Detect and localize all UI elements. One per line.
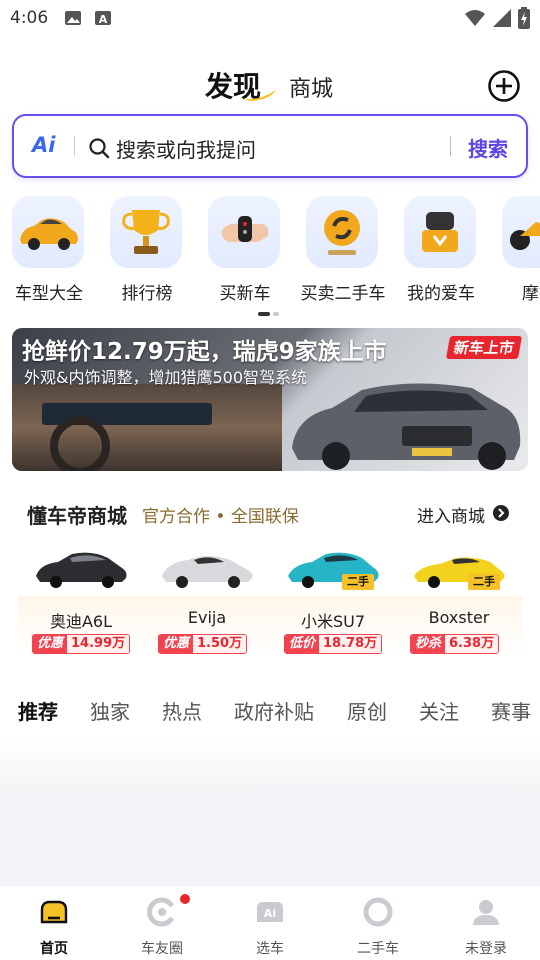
chevron-right-icon[interactable]	[493, 505, 509, 521]
banner-title: 抢鲜价12.79万起，瑞虎9家族上市	[22, 339, 387, 365]
category-label: 摩托	[522, 284, 540, 304]
category-buy-new[interactable]: 买新车	[196, 196, 294, 306]
signal-icon	[493, 9, 511, 27]
used-tag: 二手	[468, 574, 500, 590]
feed-content	[0, 740, 540, 885]
select-car-icon: Ai	[257, 902, 283, 922]
product-name: Boxster	[428, 608, 490, 627]
product-name: 小米SU7	[300, 612, 366, 631]
category-used-cars[interactable]: 买卖二手车	[294, 196, 392, 306]
category-motorcycle[interactable]: 摩托	[490, 196, 540, 306]
garage-icon	[404, 196, 476, 268]
motorcycle-icon	[502, 196, 540, 268]
status-time: 4:06	[10, 8, 49, 28]
product-card[interactable]: 二手 Boxster 秒杀 6.38万	[396, 540, 522, 658]
feed-tab-follow[interactable]: 关注	[419, 696, 459, 725]
nav-profile[interactable]: 未登录	[432, 886, 540, 960]
nav-label: 未登录	[465, 941, 507, 957]
category-my-car[interactable]: 我的爱车	[392, 196, 490, 306]
feed-tab-original[interactable]: 原创	[347, 696, 387, 725]
wifi-icon	[465, 10, 485, 26]
nav-label: 选车	[256, 941, 284, 957]
svg-text:Ai: Ai	[264, 907, 276, 920]
status-bar: 4:06 A	[0, 0, 540, 36]
bottom-nav: 首页 车友圈 Ai 选车 二手车 未登录	[0, 885, 540, 960]
suv-image	[292, 383, 521, 470]
category-car-models[interactable]: 车型大全	[0, 196, 98, 306]
product-price: 优惠 14.99万	[32, 634, 131, 654]
feed-tab-exclusive[interactable]: 独家	[90, 696, 130, 725]
product-card[interactable]: 二手 小米SU7 低价 18.78万	[270, 540, 396, 658]
mall-products: 奥迪A6L 优惠 14.99万 Evija 优惠 1.50万 二手 小米SU7 …	[18, 540, 522, 660]
used-car-nav-icon	[363, 897, 393, 927]
product-car-image	[36, 552, 127, 588]
active-tab-underline	[242, 90, 276, 101]
feed-tab-subsidy[interactable]: 政府补贴	[234, 696, 314, 725]
product-name: Evija	[187, 608, 227, 627]
nav-used-car[interactable]: 二手车	[324, 886, 432, 960]
ai-logo[interactable]: Ai	[32, 133, 55, 157]
community-icon	[147, 897, 175, 927]
top-header: 发现 商城	[0, 60, 540, 110]
search-icon	[89, 138, 110, 159]
category-ranking[interactable]: 排行榜	[98, 196, 196, 306]
nav-label: 二手车	[357, 941, 399, 957]
feed-tabs: 推荐 独家 热点 政府补贴 原创 关注 赛事	[0, 694, 540, 730]
mall-header: 懂车帝商城 官方合作 • 全国联保 进入商城	[0, 498, 540, 528]
search-bar[interactable]: Ai 搜索或向我提问 搜索	[12, 114, 528, 178]
gallery-icon	[65, 11, 81, 25]
add-button[interactable]	[487, 69, 521, 103]
product-name: 奥迪A6L	[49, 612, 113, 631]
banner-subtitle: 外观&内饰调整，增加猎鹰500智驾系统	[24, 368, 308, 387]
user-icon	[473, 900, 499, 925]
promo-banner[interactable]: 抢鲜价12.79万起，瑞虎9家族上市 外观&内饰调整，增加猎鹰500智驾系统 新…	[12, 328, 528, 471]
nav-community[interactable]: 车友圈	[108, 886, 216, 960]
feed-tab-recommend[interactable]: 推荐	[18, 696, 58, 725]
category-shortcuts: 车型大全 排行榜 买新车 买卖二手车 我的爱车 摩托	[0, 196, 540, 306]
new-car-badge: 新车上市	[445, 336, 523, 359]
tab-mall[interactable]: 商城	[289, 71, 333, 103]
search-button[interactable]: 搜索	[468, 133, 508, 162]
nav-label: 首页	[40, 941, 68, 957]
product-price: 低价 18.78万	[284, 634, 383, 654]
nav-label: 车友圈	[141, 941, 183, 957]
used-tag: 二手	[342, 574, 374, 590]
mall-brand: 懂车帝商城	[27, 504, 127, 528]
font-icon: A	[95, 11, 111, 26]
product-price: 秒杀 6.38万	[410, 634, 500, 654]
product-car-image	[162, 556, 253, 588]
mall-subtitle: 官方合作 • 全国联保	[142, 507, 299, 527]
svg-text:A: A	[99, 13, 108, 26]
nav-home[interactable]: 首页	[0, 886, 108, 960]
home-icon	[40, 900, 68, 924]
car-key-icon	[208, 196, 280, 268]
page-indicator	[258, 312, 279, 316]
trophy-icon	[110, 196, 182, 268]
product-card[interactable]: Evija 优惠 1.50万	[144, 540, 270, 658]
feed-tab-hot[interactable]: 热点	[162, 696, 202, 725]
battery-icon	[518, 7, 530, 29]
product-card[interactable]: 奥迪A6L 优惠 14.99万	[18, 540, 144, 658]
notification-dot	[180, 894, 190, 904]
used-car-icon	[306, 196, 378, 268]
enter-mall-link[interactable]: 进入商城	[417, 502, 485, 527]
car-icon	[12, 196, 84, 268]
feed-tab-events[interactable]: 赛事	[491, 696, 531, 725]
nav-select-car[interactable]: Ai 选车	[216, 886, 324, 960]
search-input[interactable]: 搜索或向我提问	[116, 134, 256, 163]
product-price: 优惠 1.50万	[158, 634, 248, 654]
